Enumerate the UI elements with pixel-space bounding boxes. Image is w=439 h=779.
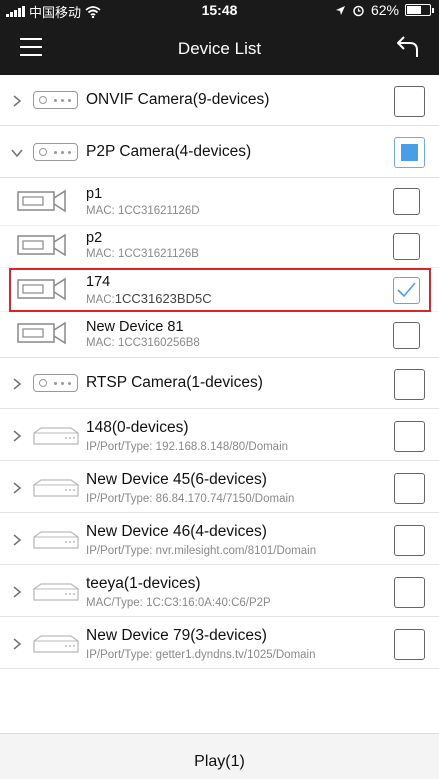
nvr-checkbox[interactable]	[394, 577, 425, 608]
nvr-subtitle: MAC/Type: 1C:C3:16:0A:40:C6/P2P	[86, 597, 271, 609]
mac-label: MAC:	[86, 248, 118, 260]
nvr-checkbox[interactable]	[394, 629, 425, 660]
nvr-checkbox[interactable]	[394, 525, 425, 556]
device-row[interactable]: New Device 81 MAC: 1CC3160256B8	[0, 312, 439, 358]
device-name: p1	[86, 186, 103, 202]
mac-value: 1CC31621126B	[117, 248, 199, 260]
camera-icon	[17, 277, 66, 301]
mac-label: MAC:	[86, 294, 115, 306]
chevron-right-icon[interactable]	[11, 586, 23, 598]
nvr-icon	[33, 635, 79, 653]
camera-group-icon	[33, 143, 78, 161]
back-icon[interactable]	[395, 34, 421, 60]
group-row-onvif[interactable]: ONVIF Camera(9-devices)	[0, 75, 439, 126]
mac-value: 1CC3160256B8	[117, 337, 200, 349]
nvr-subtitle: IP/Port/Type: getter1.dyndns.tv/1025/Dom…	[86, 649, 316, 661]
device-checkbox[interactable]	[393, 233, 420, 260]
group-title: P2P Camera(4-devices)	[86, 143, 252, 160]
nvr-subtitle: IP/Port/Type: 86.84.170.74/7150/Domain	[86, 493, 295, 505]
nvr-icon	[33, 531, 79, 549]
nvr-icon	[33, 583, 79, 601]
device-row[interactable]: p1 MAC: 1CC31621126D	[0, 178, 439, 226]
status-bar: 中国移动 15:48 62%	[0, 0, 439, 22]
chevron-down-icon[interactable]	[11, 147, 23, 159]
nvr-title: New Device 79(3-devices)	[86, 627, 267, 644]
group-checkbox-partial[interactable]	[394, 137, 425, 168]
top-bar: 中国移动 15:48 62% Device List	[0, 0, 439, 75]
location-arrow-icon	[335, 5, 345, 15]
nvr-icon	[33, 427, 79, 445]
nvr-row[interactable]: New Device 79(3-devices) IP/Port/Type: g…	[0, 617, 439, 669]
nvr-checkbox[interactable]	[394, 421, 425, 452]
nvr-subtitle: IP/Port/Type: 192.168.8.148/80/Domain	[86, 441, 289, 453]
camera-group-icon	[33, 91, 78, 109]
mac-label: MAC:	[86, 205, 118, 217]
nvr-title: teeya(1-devices)	[86, 575, 201, 592]
mac-value: 1CC31621126D	[117, 205, 200, 217]
chevron-right-icon[interactable]	[11, 482, 23, 494]
device-mac: MAC: 1CC31621126D	[86, 205, 200, 217]
device-mac: MAC: 1CC3160256B8	[86, 337, 200, 349]
battery-percent: 62%	[370, 2, 399, 18]
camera-icon	[17, 321, 66, 345]
nvr-title: New Device 46(4-devices)	[86, 523, 267, 540]
group-row-p2p[interactable]: P2P Camera(4-devices)	[0, 126, 439, 178]
battery-icon	[405, 4, 434, 16]
alarm-icon	[353, 5, 364, 16]
device-row-selected[interactable]: 174 MAC:1CC31623BD5C	[0, 268, 439, 312]
chevron-right-icon[interactable]	[11, 95, 23, 107]
device-checkbox-checked[interactable]	[393, 277, 420, 304]
group-title: ONVIF Camera(9-devices)	[86, 91, 270, 108]
device-mac: MAC:1CC31623BD5C	[86, 291, 212, 306]
device-checkbox[interactable]	[393, 188, 420, 215]
nvr-title: New Device 45(6-devices)	[86, 471, 267, 488]
nvr-row[interactable]: 148(0-devices) IP/Port/Type: 192.168.8.1…	[0, 409, 439, 461]
device-name: New Device 81	[86, 319, 184, 335]
group-checkbox[interactable]	[394, 369, 425, 400]
nvr-title: 148(0-devices)	[86, 419, 189, 436]
camera-icon	[17, 233, 66, 257]
chevron-right-icon[interactable]	[11, 430, 23, 442]
group-row-rtsp[interactable]: RTSP Camera(1-devices)	[0, 358, 439, 409]
play-button[interactable]: Play(1)	[0, 734, 439, 779]
camera-group-icon	[33, 374, 78, 392]
checkmark-icon	[397, 282, 416, 298]
nav-bar: Device List	[0, 22, 439, 75]
nvr-row[interactable]: New Device 45(6-devices) IP/Port/Type: 8…	[0, 461, 439, 513]
chevron-right-icon[interactable]	[11, 638, 23, 650]
device-name: 174	[86, 274, 111, 290]
device-row[interactable]: p2 MAC: 1CC31621126B	[0, 226, 439, 268]
footer-bar: Play(1)	[0, 733, 439, 779]
chevron-right-icon[interactable]	[11, 534, 23, 546]
nvr-checkbox[interactable]	[394, 473, 425, 504]
page-title: Device List	[177, 39, 262, 58]
status-right: 62%	[335, 2, 434, 18]
chevron-right-icon[interactable]	[11, 378, 23, 390]
mac-label: MAC:	[86, 337, 118, 349]
nvr-row[interactable]: New Device 46(4-devices) IP/Port/Type: n…	[0, 513, 439, 565]
mac-value: 1CC31623BD5C	[114, 291, 212, 306]
camera-icon	[17, 189, 66, 213]
device-mac: MAC: 1CC31621126B	[86, 248, 199, 260]
nvr-subtitle: IP/Port/Type: nvr.milesight.com/8101/Dom…	[86, 545, 317, 557]
device-name: p2	[86, 230, 103, 246]
group-title: RTSP Camera(1-devices)	[86, 374, 263, 391]
device-checkbox[interactable]	[393, 322, 420, 349]
nvr-row[interactable]: teeya(1-devices) MAC/Type: 1C:C3:16:0A:4…	[0, 565, 439, 617]
group-checkbox[interactable]	[394, 86, 425, 117]
nvr-icon	[33, 479, 79, 497]
